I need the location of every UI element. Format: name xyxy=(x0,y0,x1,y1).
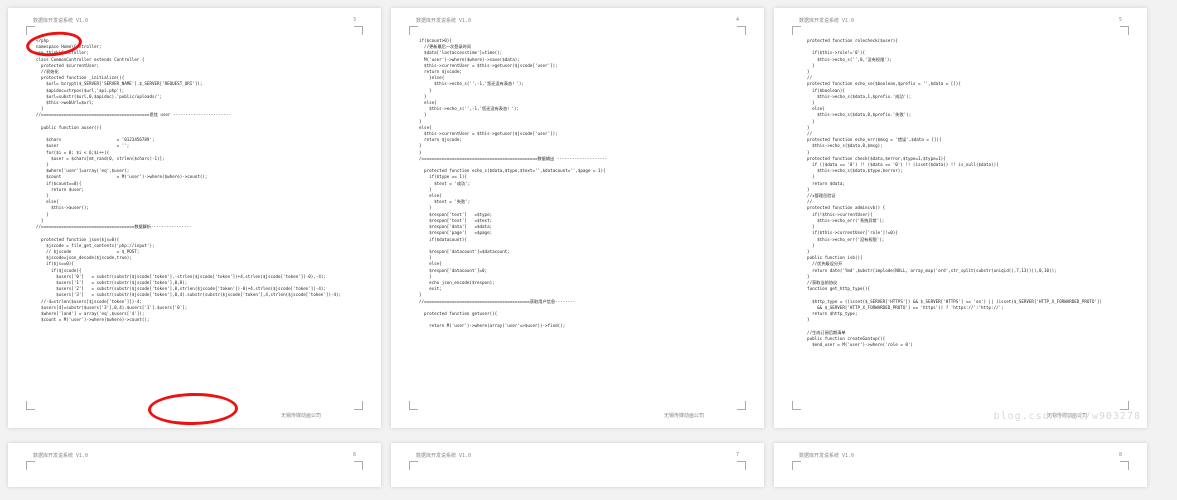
page-header: 数据库开发说系统 V1.0 xyxy=(799,17,854,24)
crop-mark-icon xyxy=(354,401,363,410)
page-grid: 数据库开发说系统 V1.0 3 <?php namespace Home\Con… xyxy=(0,0,1177,500)
crop-mark-icon xyxy=(737,461,746,470)
crop-mark-icon xyxy=(354,26,363,35)
doc-page-4: 数据库开发说系统 V1.0 6 ->join('LEFT JOIN __USER… xyxy=(8,443,381,487)
page-footer: 无锡传媒动画公司 xyxy=(664,412,704,419)
crop-mark-icon xyxy=(409,461,418,470)
crop-mark-icon xyxy=(737,26,746,35)
crop-mark-icon xyxy=(792,26,801,35)
crop-mark-icon xyxy=(26,401,35,410)
crop-mark-icon xyxy=(409,401,418,410)
doc-page-5: 数据库开发说系统 V1.0 7 'us', 'as', xyxy=(391,443,764,487)
annotation-circle-footer xyxy=(148,392,239,426)
crop-mark-icon xyxy=(792,461,801,470)
crop-mark-icon xyxy=(737,401,746,410)
code-body: if($count>0){ //更新最后一次登录时间 $data['lastac… xyxy=(419,38,736,398)
crop-mark-icon xyxy=(354,461,363,470)
crop-mark-icon xyxy=(26,26,35,35)
page-header: 数据库开发说系统 V1.0 xyxy=(799,452,854,459)
page-footer: 无锡传媒动画公司 xyxy=(281,412,321,419)
doc-page-1: 数据库开发说系统 V1.0 3 <?php namespace Home\Con… xyxy=(8,8,381,428)
doc-page-2: 数据库开发说系统 V1.0 4 if($count>0){ //更新最后一次登录… xyxy=(391,8,764,428)
crop-mark-icon xyxy=(26,461,35,470)
page-number: 8 xyxy=(1119,452,1122,458)
code-body: <?php namespace Home\Controller; use thi… xyxy=(36,38,353,398)
page-header: 数据库开发说系统 V1.0 xyxy=(416,17,471,24)
crop-mark-icon xyxy=(1120,461,1129,470)
page-number: 6 xyxy=(353,452,356,458)
page-number: 3 xyxy=(353,17,356,23)
page-footer: 无锡传媒动画公司 xyxy=(1047,412,1087,419)
page-number: 7 xyxy=(736,452,739,458)
doc-page-6: 数据库开发说系统 V1.0 8 } xyxy=(774,443,1147,487)
code-body: protected function rolecheck($user){ if(… xyxy=(802,38,1119,398)
page-number: 5 xyxy=(1119,17,1122,23)
page-number: 4 xyxy=(736,17,739,23)
crop-mark-icon xyxy=(409,26,418,35)
crop-mark-icon xyxy=(1120,26,1129,35)
page-header: 数据库开发说系统 V1.0 xyxy=(33,452,88,459)
crop-mark-icon xyxy=(1120,401,1129,410)
page-header: 数据库开发说系统 V1.0 xyxy=(416,452,471,459)
doc-page-3: 数据库开发说系统 V1.0 5 protected function rolec… xyxy=(774,8,1147,428)
page-header: 数据库开发说系统 V1.0 xyxy=(33,17,88,24)
crop-mark-icon xyxy=(792,401,801,410)
